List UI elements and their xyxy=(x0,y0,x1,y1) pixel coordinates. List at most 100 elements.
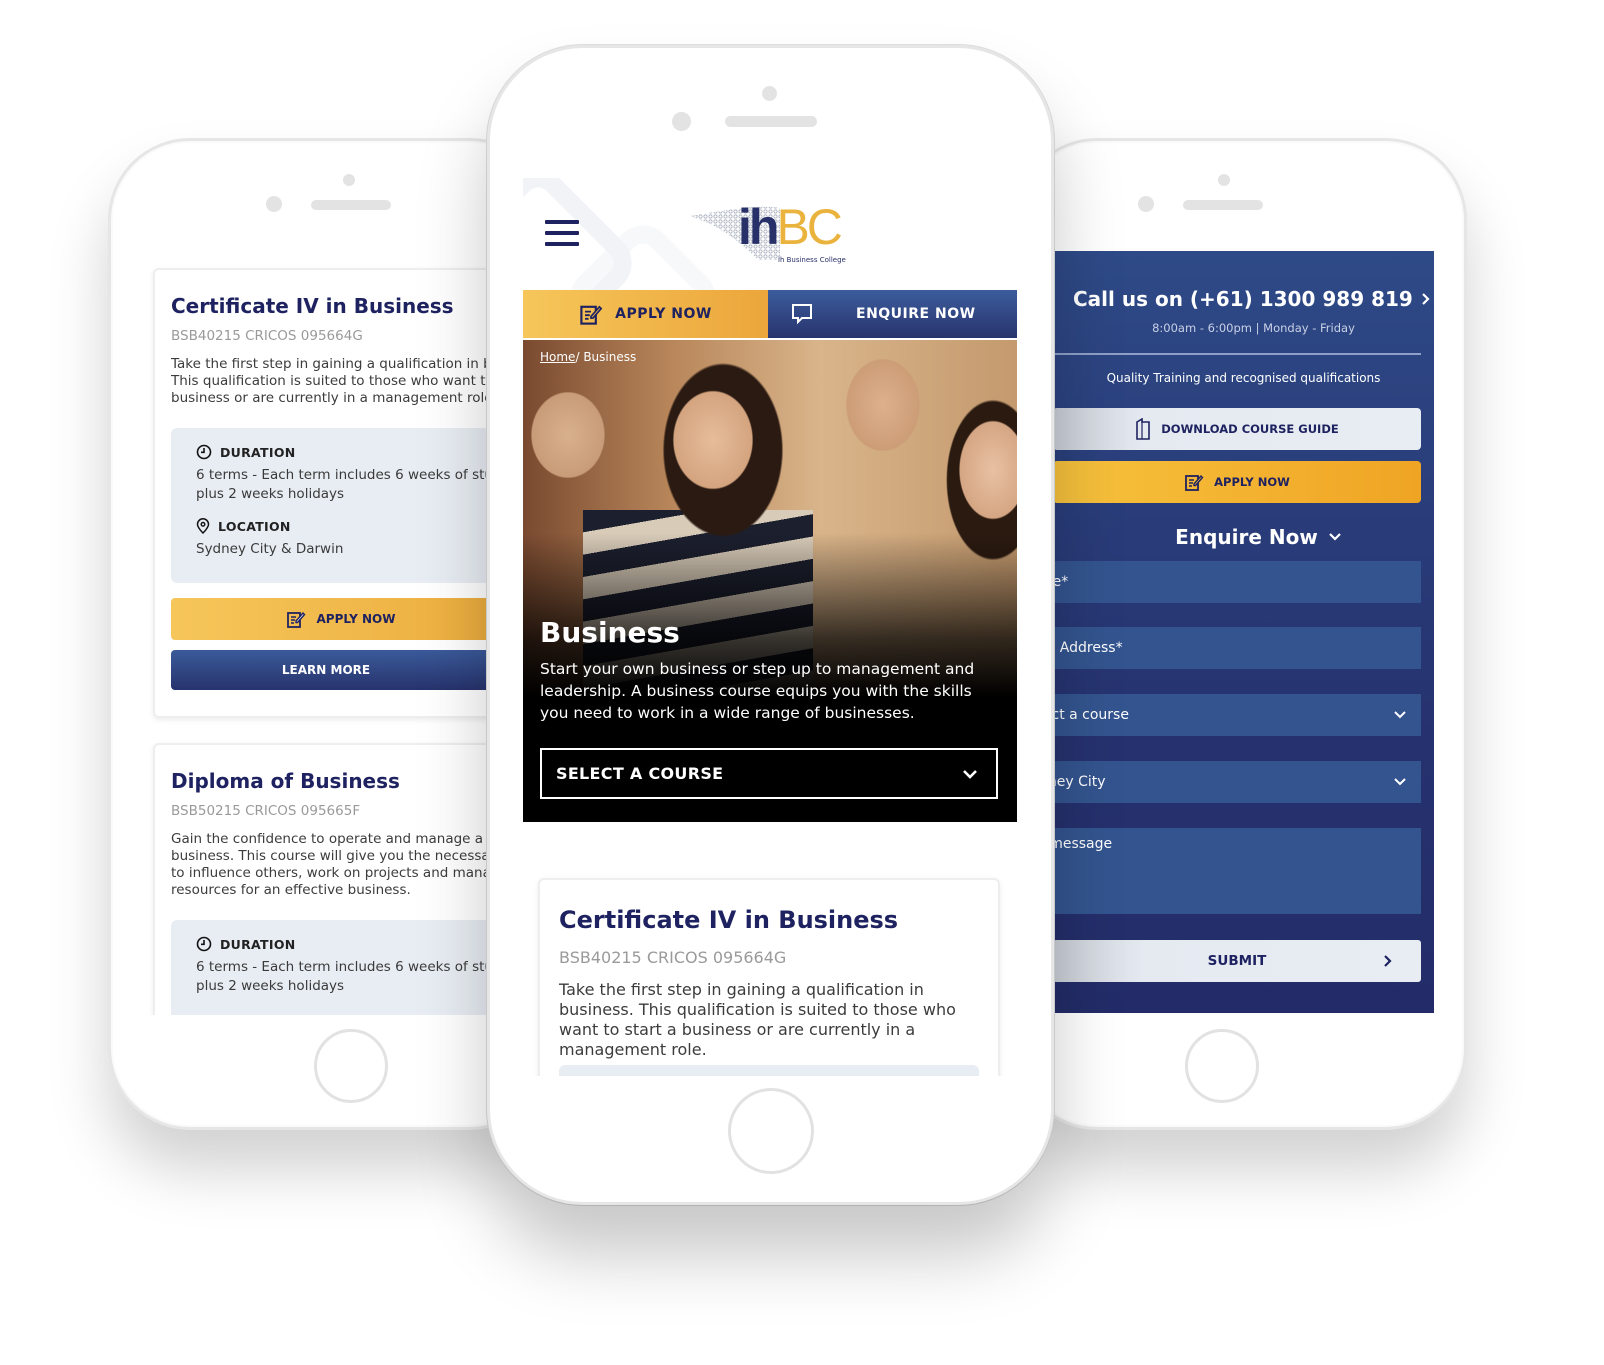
select-course-label: SELECT A COURSE xyxy=(556,764,724,783)
tagline: Quality Training and recognised qualific… xyxy=(1106,371,1381,385)
course-info-box xyxy=(559,1065,979,1076)
description-line: business or are currently in a managemen… xyxy=(171,390,497,406)
page-title: Business xyxy=(540,616,680,649)
sensor xyxy=(762,86,777,101)
phone-mockup-right: Call us on (+61) 1300 989 819 8:00am - 6… xyxy=(1015,138,1467,1130)
apply-now-button[interactable]: APPLY NOW xyxy=(523,290,768,338)
course-title[interactable]: Certificate IV in Business xyxy=(171,294,454,318)
ihbc-logo[interactable]: ihBC ih Business College xyxy=(688,196,858,271)
download-course-guide-button[interactable]: DOWNLOAD COURSE GUIDE xyxy=(1053,408,1421,450)
message-placeholder: r message xyxy=(1053,836,1113,852)
hero-description: Start your own business or step up to ma… xyxy=(540,660,975,722)
name-input[interactable]: me* xyxy=(1053,561,1421,603)
apply-now-label: APPLY NOW xyxy=(615,306,712,322)
course-info-box: DURATION 6 terms - Each term includes 6 … xyxy=(171,920,511,1015)
enquire-now-heading: Enquire Now xyxy=(1175,525,1318,549)
front-camera xyxy=(1138,196,1154,212)
duration-line: plus 2 weeks holidays xyxy=(196,978,345,994)
course-code: BSB50215 CRICOS 095665F xyxy=(171,803,361,819)
chevron-down-icon xyxy=(1394,778,1406,786)
phone-mockup-left: Certificate IV in Business BSB40215 CRIC… xyxy=(108,138,552,1130)
location-pin-icon xyxy=(196,518,210,534)
duration-label-text: DURATION xyxy=(220,444,296,460)
divider xyxy=(1053,353,1421,355)
home-button[interactable] xyxy=(728,1088,814,1174)
menu-bar xyxy=(545,231,579,235)
message-textarea[interactable]: r message xyxy=(1053,828,1421,914)
breadcrumb-separator: / xyxy=(575,350,580,364)
phone-mockup-center: ihBC ih Business College APPLY NOW ENQUI… xyxy=(487,45,1054,1205)
duration-value: 6 terms - Each term includes 6 weeks of … xyxy=(196,466,511,504)
enquire-now-toggle[interactable]: Enquire Now xyxy=(1053,525,1434,549)
course-select[interactable]: lect a course xyxy=(1053,694,1421,736)
speaker-grille xyxy=(725,116,817,127)
description-line: resources for an effective business. xyxy=(171,882,411,898)
learn-more-button[interactable]: LEARN MORE xyxy=(171,650,511,690)
hero-banner: Home/ Business Business Start your own b… xyxy=(523,340,1017,822)
home-button[interactable] xyxy=(314,1029,388,1103)
logo-bc: BC xyxy=(776,199,842,255)
menu-bar xyxy=(545,242,579,246)
apply-now-label: APPLY NOW xyxy=(1214,475,1290,489)
course-info-box: DURATION 6 terms - Each term includes 6 … xyxy=(171,428,511,583)
email-placeholder: ail Address* xyxy=(1053,640,1123,656)
description-line: Take the first step in gaining a qualifi… xyxy=(171,356,501,372)
course-code: BSB40215 CRICOS 095664G xyxy=(559,948,787,967)
apply-form-icon xyxy=(580,305,603,325)
breadcrumb: Home/ Business xyxy=(540,350,636,364)
enquire-now-button[interactable]: ENQUIRE NOW xyxy=(768,290,1017,338)
breadcrumb-current: Business xyxy=(583,350,637,364)
brochure-icon xyxy=(1136,418,1151,440)
duration-label-text: DURATION xyxy=(220,936,296,952)
chevron-down-icon xyxy=(1394,711,1406,719)
email-input[interactable]: ail Address* xyxy=(1053,627,1421,669)
apply-now-button[interactable]: APPLY NOW xyxy=(171,598,511,640)
apply-now-button[interactable]: APPLY NOW xyxy=(1053,461,1421,503)
apply-form-icon xyxy=(1185,474,1204,491)
location-select-value: dney City xyxy=(1053,774,1106,790)
chat-bubble-icon xyxy=(792,304,812,325)
speaker-grille xyxy=(311,200,391,210)
cta-bar: APPLY NOW ENQUIRE NOW xyxy=(523,290,1017,338)
name-placeholder: me* xyxy=(1053,574,1069,590)
front-camera xyxy=(672,112,691,131)
logo-wordmark: ihBC xyxy=(738,199,843,255)
hamburger-menu-button[interactable] xyxy=(545,220,579,246)
home-button[interactable] xyxy=(1185,1029,1259,1103)
apply-form-icon xyxy=(287,611,306,628)
chevron-right-icon xyxy=(1422,293,1430,305)
duration-line: plus 2 weeks holidays xyxy=(196,486,345,502)
description-line: Gain the confidence to operate and manag… xyxy=(171,831,508,847)
right-screen: Call us on (+61) 1300 989 819 8:00am - 6… xyxy=(1053,251,1434,1013)
course-select-value: lect a course xyxy=(1053,707,1129,723)
clock-icon xyxy=(196,444,212,460)
download-course-guide-label: DOWNLOAD COURSE GUIDE xyxy=(1161,422,1339,436)
speaker-grille xyxy=(1183,200,1263,210)
course-title[interactable]: Certificate IV in Business xyxy=(559,906,898,934)
breadcrumb-home-link[interactable]: Home xyxy=(540,350,575,364)
course-card: Certificate IV in Business BSB40215 CRIC… xyxy=(153,268,513,718)
logo-subtitle: ih Business College xyxy=(778,256,846,264)
location-label: LOCATION xyxy=(196,518,511,534)
logo-ih: ih xyxy=(738,199,779,255)
submit-button[interactable]: SUBMIT xyxy=(1053,940,1421,982)
sensor xyxy=(343,174,355,186)
duration-line: 6 terms - Each term includes 6 weeks of … xyxy=(196,959,510,975)
course-description: Take the first step in gaining a qualifi… xyxy=(559,980,956,1059)
course-title[interactable]: Diploma of Business xyxy=(171,769,400,793)
menu-bar xyxy=(545,220,579,224)
location-value: Sydney City & Darwin xyxy=(196,541,344,557)
clock-icon xyxy=(196,936,212,952)
location-select[interactable]: dney City xyxy=(1053,761,1421,803)
center-screen: ihBC ih Business College APPLY NOW ENQUI… xyxy=(523,178,1017,1076)
submit-label: SUBMIT xyxy=(1207,953,1267,969)
description-line: to influence others, work on projects an… xyxy=(171,865,508,881)
enquire-now-label: ENQUIRE NOW xyxy=(856,306,976,322)
description-line: business. This course will give you the … xyxy=(171,848,515,864)
select-course-dropdown[interactable]: SELECT A COURSE xyxy=(540,748,998,799)
course-description: Take the first step in gaining a qualifi… xyxy=(171,356,502,407)
left-screen: Certificate IV in Business BSB40215 CRIC… xyxy=(141,253,535,1015)
course-card: Certificate IV in Business BSB40215 CRIC… xyxy=(538,878,1000,1076)
call-us-link[interactable]: Call us on (+61) 1300 989 819 xyxy=(1073,287,1431,311)
site-header: ihBC ih Business College xyxy=(523,178,1017,290)
